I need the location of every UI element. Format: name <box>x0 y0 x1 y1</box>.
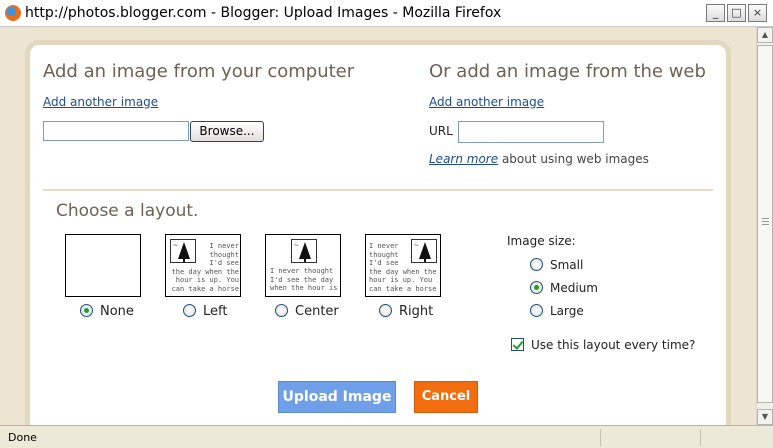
url-input[interactable] <box>458 121 604 143</box>
layout-right-preview[interactable]: ~ I never thought I'd see the day when t… <box>365 234 441 297</box>
remember-layout-checkbox[interactable] <box>511 338 524 351</box>
layout-left-sample-text: I never thought I'd see the day when the… <box>171 242 239 293</box>
computer-add-another-link[interactable]: Add another image <box>43 95 158 109</box>
size-medium-radio[interactable] <box>530 281 543 294</box>
firefox-icon <box>5 5 21 21</box>
learn-more-text: Learn more about using web images <box>429 152 649 166</box>
layout-right-label: Right <box>399 304 434 319</box>
layout-center-label: Center <box>295 304 339 319</box>
learn-more-link[interactable]: Learn more <box>429 152 498 166</box>
vertical-scrollbar[interactable]: ▲ ▼ <box>756 27 773 425</box>
cancel-button[interactable]: Cancel <box>414 381 478 413</box>
window-title: http://photos.blogger.com - Blogger: Upl… <box>25 5 502 21</box>
size-large-label: Large <box>550 304 584 318</box>
computer-heading: Add an image from your computer <box>43 61 355 82</box>
window-titlebar: http://photos.blogger.com - Blogger: Upl… <box>0 0 773 27</box>
file-path-input[interactable] <box>43 121 189 141</box>
tree-trunk <box>304 258 306 262</box>
layout-center-preview[interactable]: ~ I never thought I'd see the day when t… <box>265 234 341 297</box>
layout-center-radio[interactable] <box>275 304 288 317</box>
layout-none-radio[interactable] <box>80 304 93 317</box>
layout-right-radio[interactable] <box>379 304 392 317</box>
image-size-heading: Image size: <box>507 234 576 248</box>
status-bar: Done <box>0 425 773 448</box>
minimize-button[interactable]: _ <box>706 4 725 22</box>
window-controls: _ □ × <box>706 4 767 22</box>
size-small-label: Small <box>550 258 584 272</box>
status-cell <box>600 429 601 446</box>
section-divider <box>43 189 713 191</box>
url-label: URL <box>429 124 453 138</box>
web-add-another-link[interactable]: Add another image <box>429 95 544 109</box>
scroll-down-arrow-icon[interactable]: ▼ <box>757 409 773 425</box>
layout-center-sample-text: I never thought I'd see the day when the… <box>270 267 338 292</box>
browse-button[interactable]: Browse... <box>190 121 264 142</box>
remember-layout-label: Use this layout every time? <box>531 338 696 352</box>
size-large-radio[interactable] <box>530 304 543 317</box>
scrollbar-grip-icon <box>762 218 769 226</box>
size-small-radio[interactable] <box>530 258 543 271</box>
page-viewport <box>0 27 756 440</box>
web-heading: Or add an image from the web <box>429 61 706 82</box>
maximize-button[interactable]: □ <box>727 4 746 22</box>
layout-left-preview[interactable]: ~ I never thought I'd see the day when t… <box>165 234 241 297</box>
upload-image-button[interactable]: Upload Image <box>278 381 396 413</box>
layout-left-radio[interactable] <box>183 304 196 317</box>
status-cell <box>700 429 701 446</box>
close-button[interactable]: × <box>748 4 767 22</box>
scrollbar-thumb[interactable] <box>757 45 773 403</box>
scroll-up-arrow-icon[interactable]: ▲ <box>757 27 773 43</box>
layout-none-label: None <box>100 304 134 319</box>
status-text: Done <box>8 431 37 444</box>
layout-left-label: Left <box>203 304 228 319</box>
layout-heading: Choose a layout. <box>56 201 199 221</box>
layout-none-preview[interactable] <box>65 234 141 297</box>
tree-icon <box>299 242 311 259</box>
learn-more-suffix: about using web images <box>501 152 649 166</box>
picture-icon: ~ <box>291 239 317 263</box>
layout-right-sample-text: I never thought I'd see the day when the… <box>369 242 437 293</box>
size-medium-label: Medium <box>550 281 598 295</box>
